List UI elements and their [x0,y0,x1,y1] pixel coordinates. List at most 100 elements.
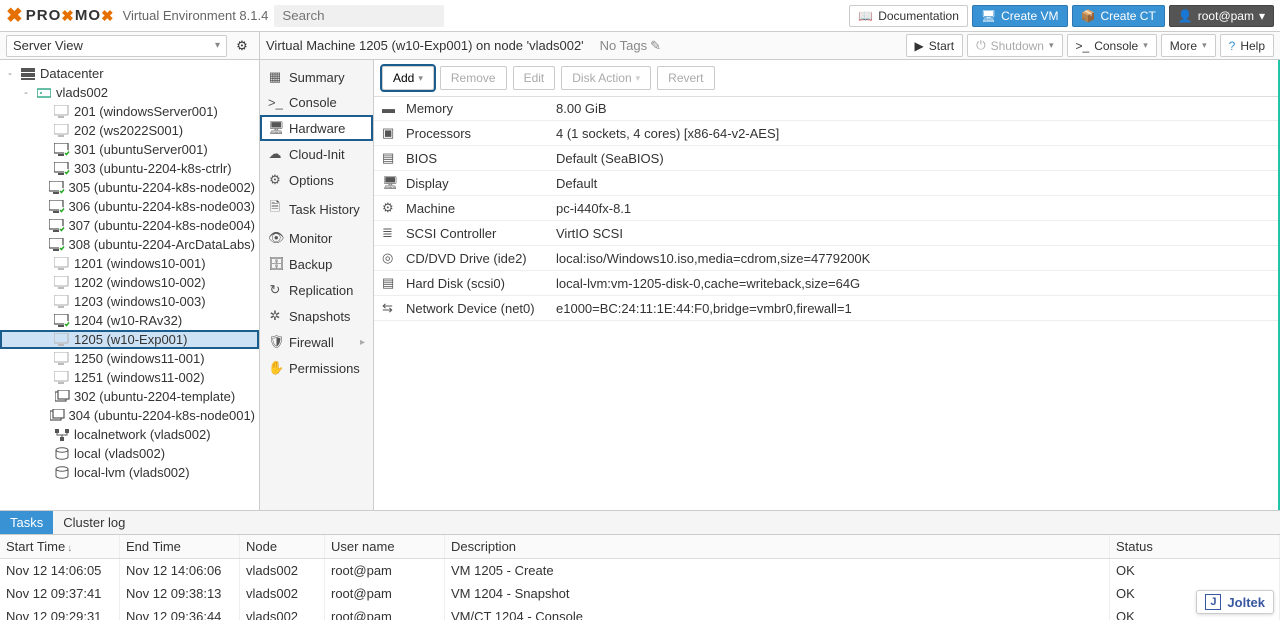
nav-permissions[interactable]: ✋Permissions [260,355,373,381]
hw-key: Machine [406,201,556,216]
cell-start: Nov 12 09:29:31 [0,605,120,620]
main: -Datacenter-vlads002201 (windowsServer00… [0,60,1280,510]
add-button[interactable]: Add▾ [382,66,434,90]
hardware-row[interactable]: ▤BIOSDefault (SeaBIOS) [374,146,1278,171]
tree-item[interactable]: -vlads002 [0,83,259,102]
col-desc[interactable]: Description [445,535,1110,558]
tree-item[interactable]: 1203 (windows10-003) [0,292,259,311]
nav-console[interactable]: >_Console [260,90,373,115]
tree-item[interactable]: 307 (ubuntu-2204-k8s-node004) [0,216,259,235]
documentation-button[interactable]: 📖 Documentation [849,5,968,27]
search-input[interactable] [274,5,444,27]
more-button[interactable]: More▾ [1161,34,1216,57]
tree-item-label: 304 (ubuntu-2204-k8s-node001) [69,408,255,423]
hw-value: pc-i440fx-8.1 [556,201,631,216]
nav-firewall[interactable]: 🛡Firewall▸ [260,329,373,355]
hardware-row[interactable]: ⚙Machinepc-i440fx-8.1 [374,196,1278,221]
tree-item[interactable]: local-lvm (vlads002) [0,463,259,482]
nav-summary[interactable]: ▦Summary [260,64,373,90]
top-header: ✖ PRO✖MO✖ Virtual Environment 8.1.4 📖 Do… [0,0,1280,32]
tree-item[interactable]: 303 (ubuntu-2204-k8s-ctrlr) [0,159,259,178]
storage-icon [54,466,70,480]
revert-button[interactable]: Revert [657,66,714,90]
console-button[interactable]: >_Console▾ [1067,34,1157,57]
cd-icon: ◎ [382,250,400,266]
tree-item[interactable]: 304 (ubuntu-2204-k8s-node001) [0,406,259,425]
tree-item[interactable]: 1201 (windows10-001) [0,254,259,273]
start-button[interactable]: ▶Start [906,34,964,57]
chevron-down-icon: ▾ [636,73,641,84]
nav-task-history[interactable]: 🗎Task History [260,193,373,225]
tree-item[interactable]: 1204 (w10-RAv32) [0,311,259,330]
hardware-row[interactable]: ≣SCSI ControllerVirtIO SCSI [374,221,1278,246]
view-settings-button[interactable]: ⚙ [231,35,253,57]
tree-item[interactable]: 202 (ws2022S001) [0,121,259,140]
remove-button[interactable]: Remove [440,66,507,90]
nav-backup[interactable]: 🗄Backup [260,251,373,277]
shutdown-label: Shutdown [991,39,1044,53]
cell-desc: VM/CT 1204 - Console [445,605,1110,620]
tree-item[interactable]: 308 (ubuntu-2204-ArcDataLabs) [0,235,259,254]
hw-value: e1000=BC:24:11:1E:44:F0,bridge=vmbr0,fir… [556,301,852,316]
resource-tree[interactable]: -Datacenter-vlads002201 (windowsServer00… [0,60,260,510]
nav-cloud-init[interactable]: ☁Cloud-Init [260,141,373,167]
log-row[interactable]: Nov 12 14:06:05Nov 12 14:06:06vlads002ro… [0,559,1280,582]
hardware-row[interactable]: ▣Processors4 (1 sockets, 4 cores) [x86-6… [374,121,1278,146]
nav-label: Replication [289,283,353,298]
create-vm-button[interactable]: 🖥 Create VM [972,5,1068,27]
col-end[interactable]: End Time [120,535,240,558]
create-ct-button[interactable]: 📦 Create CT [1072,5,1165,27]
tree-item[interactable]: 201 (windowsServer001) [0,102,259,121]
memory-icon: ▬ [382,101,400,116]
log-row[interactable]: Nov 12 09:37:41Nov 12 09:38:13vlads002ro… [0,582,1280,605]
tree-item[interactable]: 302 (ubuntu-2204-template) [0,387,259,406]
expand-toggle[interactable]: - [20,87,32,99]
col-status[interactable]: Status [1110,535,1280,558]
hardware-row[interactable]: ◎CD/DVD Drive (ide2)local:iso/Windows10.… [374,246,1278,271]
disk-action-button[interactable]: Disk Action▾ [561,66,651,90]
logo-text-left: PRO [26,7,62,24]
view-selector[interactable]: Server View ▾ [6,35,227,57]
template-icon [54,390,70,404]
cell-user: root@pam [325,605,445,620]
expand-toggle[interactable]: - [4,68,16,80]
tree-item[interactable]: 306 (ubuntu-2204-k8s-node003) [0,197,259,216]
sub-header: Server View ▾ ⚙ Virtual Machine 1205 (w1… [0,32,1280,60]
tree-item[interactable]: 301 (ubuntuServer001) [0,140,259,159]
shutdown-button[interactable]: ⏻Shutdown▾ [967,34,1062,57]
col-start[interactable]: Start Time↓ [0,535,120,558]
nav-snapshots[interactable]: ✲Snapshots [260,303,373,329]
nav-monitor[interactable]: 👁Monitor [260,225,373,251]
tab-tasks[interactable]: Tasks [0,511,53,534]
tree-item[interactable]: 1205 (w10-Exp001) [0,330,259,349]
chevron-down-icon: ▾ [1143,40,1148,51]
help-button[interactable]: ?Help [1220,34,1274,57]
tree-item[interactable]: 1250 (windows11-001) [0,349,259,368]
tree-item[interactable]: 305 (ubuntu-2204-k8s-node002) [0,178,259,197]
col-node[interactable]: Node [240,535,325,558]
col-user[interactable]: User name [325,535,445,558]
user-menu-button[interactable]: 👤 root@pam ▾ [1169,5,1274,27]
nav-options[interactable]: ⚙Options [260,167,373,193]
tab-cluster-log[interactable]: Cluster log [53,511,135,534]
tree-item[interactable]: 1202 (windows10-002) [0,273,259,292]
documentation-label: Documentation [878,9,959,23]
edit-button[interactable]: Edit [513,66,556,90]
log-row[interactable]: Nov 12 09:29:31Nov 12 09:36:44vlads002ro… [0,605,1280,620]
nav-hardware[interactable]: 🖥Hardware [260,115,373,141]
hardware-row[interactable]: 🖥DisplayDefault [374,171,1278,196]
summary-icon: ▦ [268,69,282,85]
tags-area[interactable]: No Tags ✎ [600,38,661,54]
hardware-row[interactable]: ▬Memory8.00 GiB [374,97,1278,121]
log-tabs: Tasks Cluster log [0,511,1280,535]
nav-replication[interactable]: ↻Replication [260,277,373,303]
hardware-row[interactable]: ⇆Network Device (net0)e1000=BC:24:11:1E:… [374,296,1278,321]
hardware-row[interactable]: ▤Hard Disk (scsi0)local-lvm:vm-1205-disk… [374,271,1278,296]
tree-item[interactable]: -Datacenter [0,64,259,83]
options-icon: ⚙ [268,172,282,188]
tree-item[interactable]: 1251 (windows11-002) [0,368,259,387]
tree-item[interactable]: localnetwork (vlads002) [0,425,259,444]
snap-icon: ✲ [268,308,282,324]
tree-item[interactable]: local (vlads002) [0,444,259,463]
logo: ✖ PRO✖MO✖ [6,3,115,28]
